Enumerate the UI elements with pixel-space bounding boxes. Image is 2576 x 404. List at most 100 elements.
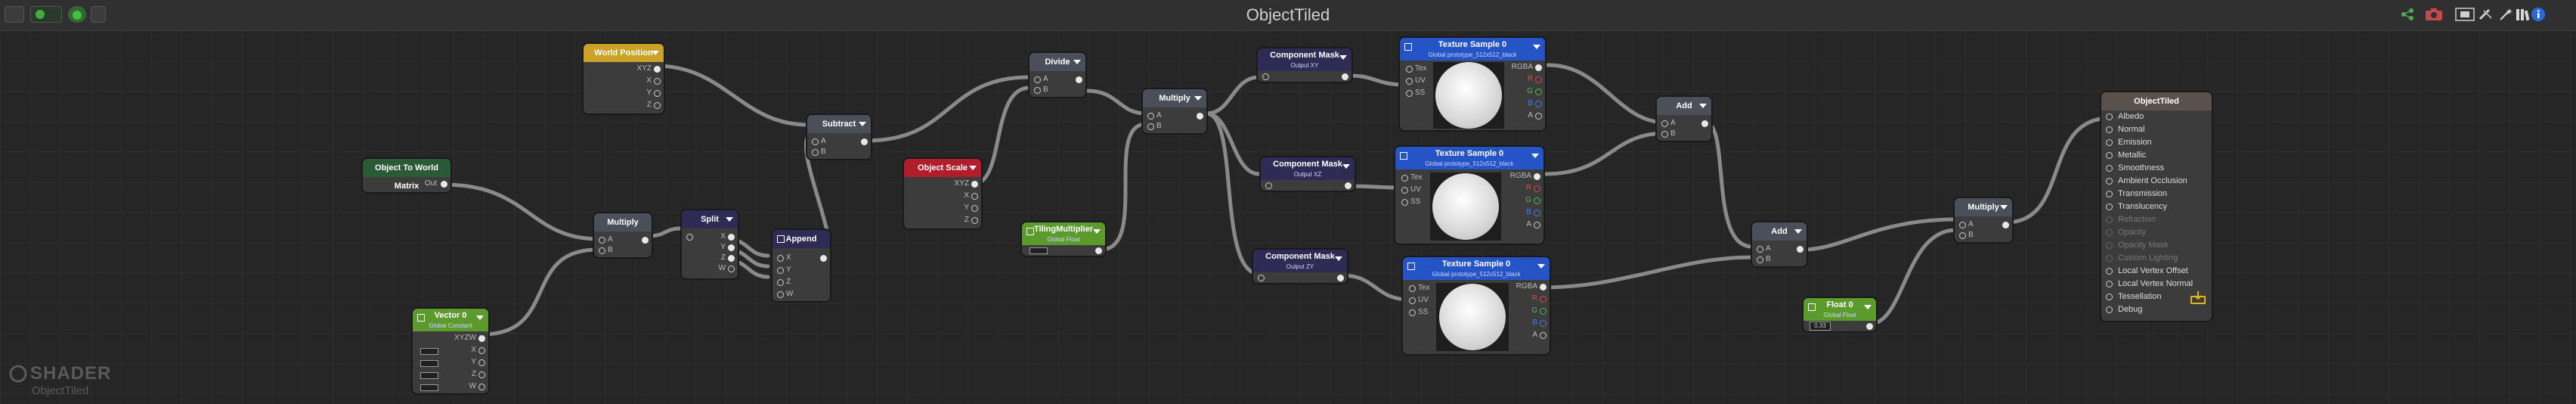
input-port[interactable] xyxy=(2106,255,2113,262)
output-input[interactable]: Tessellation xyxy=(2106,291,2193,303)
input-port[interactable] xyxy=(1409,297,1416,304)
input-port[interactable] xyxy=(1406,66,1413,73)
chevron-down-icon[interactable] xyxy=(1794,229,1802,234)
wand-icon[interactable] xyxy=(2499,8,2513,21)
output-port[interactable] xyxy=(1534,222,1540,228)
node-component-mask[interactable]: Component Mask Output XZ xyxy=(1261,157,1355,191)
output-port[interactable] xyxy=(1866,323,1873,330)
share-icon[interactable] xyxy=(2401,8,2414,21)
output-port[interactable] xyxy=(1342,73,1348,80)
node-header[interactable]: Subtract xyxy=(807,115,871,133)
node-header[interactable]: Float 0 Global Float xyxy=(1804,298,1876,321)
output-input[interactable]: Opacity xyxy=(2106,226,2193,239)
input-port[interactable] xyxy=(1757,256,1763,263)
node-header[interactable]: World Position xyxy=(584,44,664,62)
node-header[interactable]: Split xyxy=(682,210,738,228)
output-port[interactable] xyxy=(728,266,735,272)
node-multiply[interactable]: Multiply A B xyxy=(1143,89,1206,133)
output-port[interactable] xyxy=(1535,76,1542,83)
node-add[interactable]: Add A B xyxy=(1657,97,1711,141)
node-header[interactable]: Texture Sample 0 Global prototype_512x512… xyxy=(1403,257,1550,280)
node-split[interactable]: Split X Y Z W xyxy=(682,210,738,278)
chevron-down-icon[interactable] xyxy=(726,217,733,222)
node-texture-sample[interactable]: Texture Sample 0 Global prototype_512x512… xyxy=(1400,38,1545,130)
chevron-down-icon[interactable] xyxy=(1699,104,1707,108)
node-header[interactable]: Texture Sample 0 Global prototype_512x512… xyxy=(1395,147,1543,169)
output-port[interactable] xyxy=(478,335,485,342)
output-port[interactable] xyxy=(642,237,649,244)
input-port[interactable] xyxy=(1265,182,1272,189)
input-port[interactable] xyxy=(2106,294,2113,300)
input-port[interactable] xyxy=(812,149,819,156)
input-port[interactable] xyxy=(1409,285,1416,292)
input-port[interactable] xyxy=(2106,229,2113,236)
input-port[interactable] xyxy=(2106,268,2113,275)
output-port[interactable] xyxy=(971,181,978,188)
input-port[interactable] xyxy=(2106,139,2113,146)
input-port[interactable] xyxy=(2106,165,2113,172)
node-add[interactable]: Add A B xyxy=(1752,222,1807,266)
node-header[interactable]: Append xyxy=(772,230,830,248)
node-header[interactable]: Add xyxy=(1752,222,1807,241)
chevron-down-icon[interactable] xyxy=(2000,205,2008,210)
value-field[interactable] xyxy=(1029,247,1048,254)
output-input[interactable]: Debug xyxy=(2106,303,2193,316)
input-port[interactable] xyxy=(2106,204,2113,210)
node-output[interactable]: ObjectTiled Albedo Normal Emission Metallic… xyxy=(2101,92,2212,321)
input-port[interactable] xyxy=(777,279,784,286)
input-port[interactable] xyxy=(1406,90,1413,97)
node-header[interactable]: Component Mask Output ZY xyxy=(1253,250,1347,272)
node-object-to-world-matrix[interactable]: Object To World Matrix Out xyxy=(363,159,450,192)
output-port[interactable] xyxy=(820,255,827,262)
output-input[interactable]: Translucency xyxy=(2106,200,2193,213)
node-header[interactable]: Add xyxy=(1657,97,1711,115)
input-port[interactable] xyxy=(2106,216,2113,223)
output-port[interactable] xyxy=(1540,308,1547,315)
input-port[interactable] xyxy=(1757,246,1763,253)
output-port[interactable] xyxy=(654,78,661,85)
node-header[interactable]: Object To World Matrix xyxy=(363,159,450,191)
output-port[interactable] xyxy=(654,66,661,73)
node-object-scale[interactable]: Object Scale XYZ X Y Z xyxy=(904,159,981,228)
value-field[interactable] xyxy=(420,384,438,391)
output-port[interactable] xyxy=(1540,332,1547,339)
input-port[interactable] xyxy=(1406,78,1413,85)
input-port[interactable] xyxy=(2106,126,2113,133)
node-header[interactable]: Multiply xyxy=(594,213,652,232)
input-port[interactable] xyxy=(1661,131,1668,138)
input-port[interactable] xyxy=(1959,232,1966,239)
input-port[interactable] xyxy=(2106,191,2113,197)
input-port[interactable] xyxy=(1401,199,1408,206)
node-vector[interactable]: Vector 0 Global Constant XYZW X Y Z W xyxy=(413,309,488,393)
value-field[interactable] xyxy=(420,372,438,379)
output-port[interactable] xyxy=(1534,197,1540,204)
output-port[interactable] xyxy=(1337,275,1344,281)
input-port[interactable] xyxy=(2106,152,2113,159)
output-port[interactable] xyxy=(861,138,868,145)
node-divide[interactable]: Divide A B xyxy=(1029,53,1085,97)
output-input[interactable]: Albedo xyxy=(2106,110,2193,123)
output-input[interactable]: Smoothness xyxy=(2106,162,2193,175)
node-float[interactable]: Float 0 Global Float 0.33 xyxy=(1804,298,1876,331)
node-subtract[interactable]: Subtract A B xyxy=(807,115,871,159)
output-port[interactable] xyxy=(1345,182,1351,189)
node-header[interactable]: ObjectTiled xyxy=(2101,92,2212,110)
chevron-down-icon[interactable] xyxy=(1537,264,1545,269)
output-port[interactable] xyxy=(971,217,978,224)
chevron-down-icon[interactable] xyxy=(1194,96,1202,101)
input-port[interactable] xyxy=(1262,73,1269,80)
output-port[interactable] xyxy=(1540,296,1547,303)
chevron-down-icon[interactable] xyxy=(1531,154,1539,158)
output-port[interactable] xyxy=(1535,64,1542,71)
screenshot-icon[interactable] xyxy=(2425,8,2443,21)
output-port[interactable] xyxy=(728,244,735,251)
output-port[interactable] xyxy=(971,193,978,200)
info-icon[interactable] xyxy=(2531,7,2546,22)
output-port[interactable] xyxy=(478,359,485,366)
input-port[interactable] xyxy=(812,138,819,145)
chevron-down-icon[interactable] xyxy=(1073,60,1081,64)
output-port[interactable] xyxy=(1797,246,1804,253)
input-port[interactable] xyxy=(1401,187,1408,194)
input-port[interactable] xyxy=(1147,113,1154,120)
input-port[interactable] xyxy=(686,234,693,241)
